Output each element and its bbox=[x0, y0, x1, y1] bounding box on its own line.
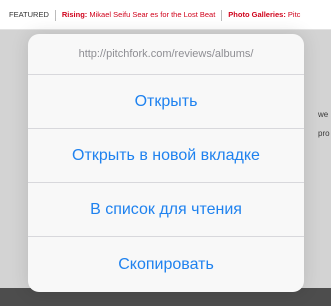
featured-bar: FEATURED Rising: Mikael Seifu Sear es for… bbox=[0, 0, 331, 30]
featured-label: FEATURED bbox=[9, 10, 49, 19]
galleries-story-link[interactable]: Pitc bbox=[288, 10, 301, 19]
divider bbox=[221, 9, 223, 21]
add-to-reading-list-button[interactable]: В список для чтения bbox=[28, 183, 304, 237]
rising-label: Rising: bbox=[61, 10, 88, 19]
copy-button[interactable]: Скопировать bbox=[28, 237, 304, 292]
open-button[interactable]: Открыть bbox=[28, 75, 304, 129]
divider bbox=[54, 9, 56, 21]
open-in-new-tab-button[interactable]: Открыть в новой вкладке bbox=[28, 129, 304, 183]
galleries-label: Photo Galleries: bbox=[228, 10, 286, 19]
link-action-sheet: http://pitchfork.com/reviews/albums/ Отк… bbox=[28, 34, 304, 292]
rising-story-link[interactable]: Mikael Seifu Sear es for the Lost Beat bbox=[89, 10, 215, 19]
link-url-header: http://pitchfork.com/reviews/albums/ bbox=[28, 34, 304, 75]
